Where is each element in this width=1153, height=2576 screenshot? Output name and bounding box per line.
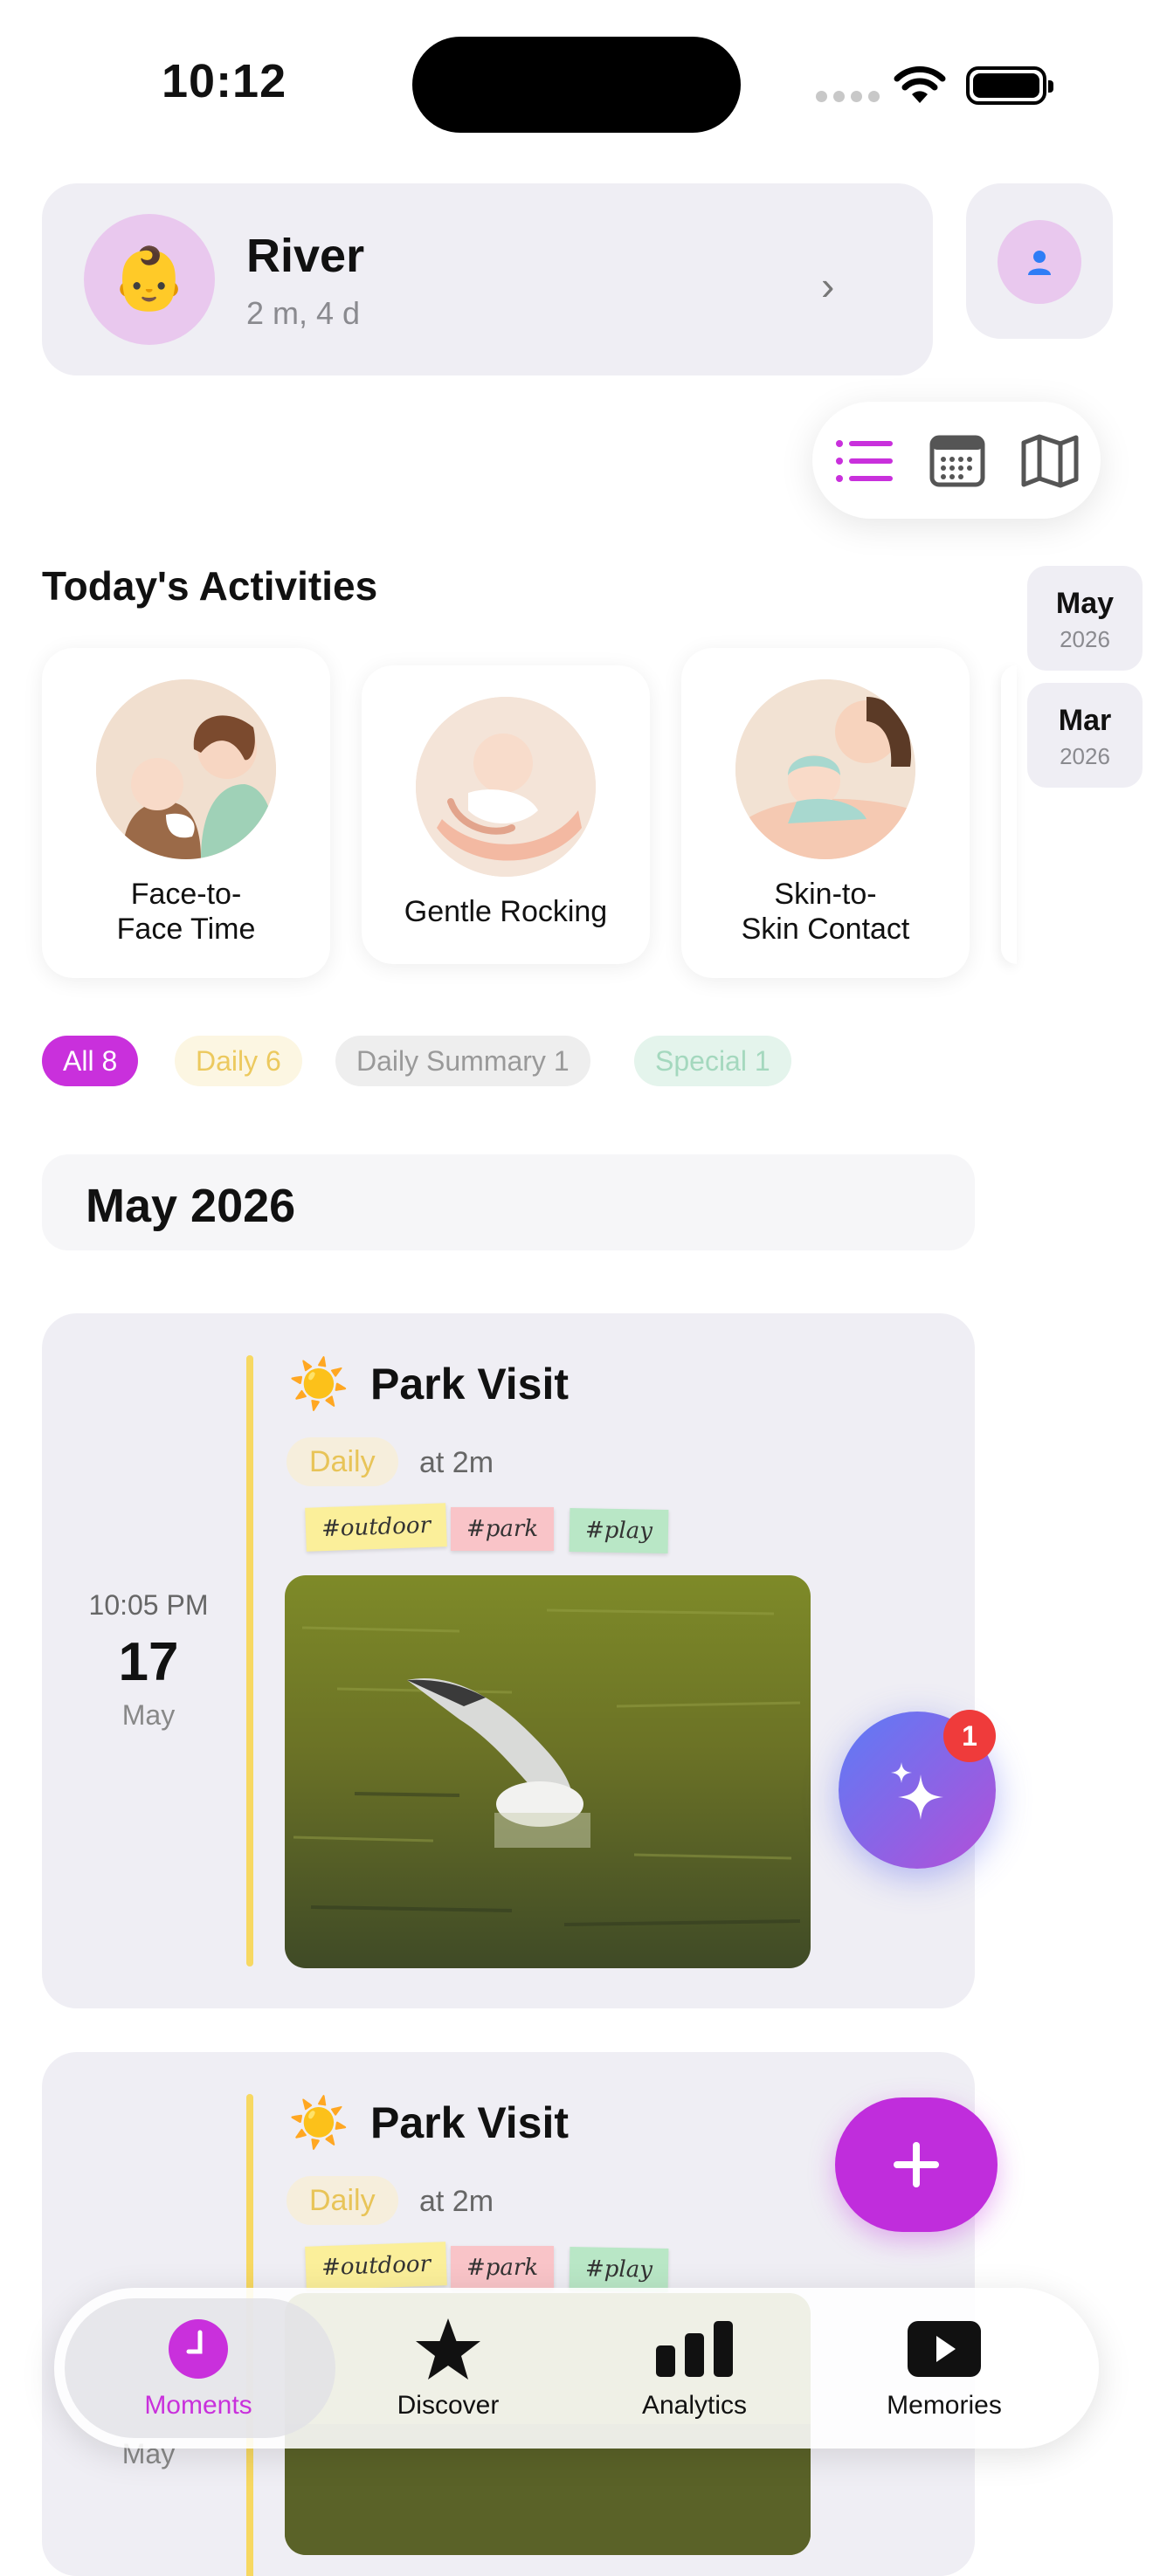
chevron-right-icon: › <box>821 263 835 308</box>
tag-sticker[interactable]: #outdoor <box>305 1503 447 1552</box>
filter-chip-all[interactable]: All 8 <box>42 1036 139 1086</box>
activity-card-face-to-face[interactable]: Face-to- Face Time <box>42 648 330 978</box>
bar-chart-icon <box>568 2318 821 2380</box>
star-icon <box>321 2318 575 2380</box>
status-time: 10:12 <box>162 55 287 107</box>
tab-label: Analytics <box>641 2391 748 2420</box>
sun-icon: ☀️ <box>288 1356 349 1411</box>
tag-sticker[interactable]: #park <box>451 2246 555 2290</box>
tag-sticker[interactable]: #play <box>569 2247 669 2292</box>
view-switcher <box>812 402 1101 519</box>
skin-to-skin-illustration <box>735 679 915 859</box>
section-title-today: Today's Activities <box>42 563 378 609</box>
tab-label: Moments <box>144 2391 252 2420</box>
month-section-header: May 2026 <box>42 1154 975 1250</box>
filter-chip-special[interactable]: Special 1 <box>634 1036 791 1086</box>
entry-time: 10:05 PM <box>88 1589 209 1621</box>
tag-sticker[interactable]: #park <box>451 1507 555 1551</box>
month-index-mar[interactable]: Mar 2026 <box>1027 683 1143 788</box>
baby-avatar: 👶 <box>84 214 215 345</box>
activity-card-gentle-rocking[interactable]: Gentle Rocking <box>362 665 650 964</box>
activity-label: Skin-to- Skin Contact <box>741 878 910 946</box>
tab-discover[interactable]: Discover <box>321 2288 575 2449</box>
clock-icon <box>72 2318 325 2380</box>
entry-age: at 2m <box>419 2185 494 2218</box>
baby-name: River <box>246 230 365 282</box>
calendar-icon <box>929 435 985 487</box>
account-button[interactable] <box>966 183 1113 339</box>
dynamic-island <box>412 37 741 133</box>
tag-sticker[interactable]: #outdoor <box>305 2242 447 2290</box>
gentle-rocking-illustration <box>416 697 596 877</box>
activity-label: Face-to- Face Time <box>116 878 256 946</box>
tag-sticker[interactable]: #play <box>569 1508 669 1553</box>
category-badge: Daily <box>287 2176 398 2225</box>
cellular-signal-icon <box>816 91 880 102</box>
entry-month: May <box>121 1699 176 1731</box>
activity-label: Gentle Rocking <box>404 895 608 928</box>
plus-icon <box>894 2142 939 2187</box>
list-icon <box>836 440 893 482</box>
list-view-button[interactable] <box>833 431 896 491</box>
map-icon <box>1021 434 1079 488</box>
person-icon <box>998 220 1081 304</box>
sparkles-icon <box>891 1762 943 1820</box>
entry-day: 17 <box>118 1632 179 1692</box>
timeline-entry[interactable]: 10:05 PM 17 May ☀️ Park Visit Daily at 2… <box>42 1313 975 2008</box>
activity-card-skin-to-skin[interactable]: Skin-to- Skin Contact <box>681 648 970 978</box>
notification-badge: 1 <box>943 1710 996 1762</box>
month-index-may[interactable]: May 2026 <box>1027 566 1143 671</box>
calendar-view-button[interactable] <box>926 431 989 491</box>
entry-title: Park Visit <box>370 1360 570 1409</box>
tab-label: Discover <box>397 2391 500 2420</box>
tab-moments[interactable]: Moments <box>72 2288 325 2449</box>
filter-chip-daily-summary[interactable]: Daily Summary 1 <box>335 1036 590 1086</box>
map-view-button[interactable] <box>1018 431 1081 491</box>
battery-icon <box>966 66 1053 105</box>
month-header-label: May 2026 <box>86 1180 296 1232</box>
activity-card-partial[interactable] <box>1001 665 1017 964</box>
filter-chip-daily[interactable]: Daily 6 <box>175 1036 302 1086</box>
play-icon <box>818 2318 1071 2380</box>
sun-icon: ☀️ <box>288 2095 349 2150</box>
baby-profile-card[interactable]: 👶 River 2 m, 4 d › <box>42 183 933 375</box>
add-moment-button[interactable] <box>835 2097 998 2232</box>
entry-photo[interactable] <box>285 1575 811 1968</box>
category-badge: Daily <box>287 1437 398 1486</box>
tab-analytics[interactable]: Analytics <box>568 2288 821 2449</box>
entry-title: Park Visit <box>370 2098 570 2147</box>
face-to-face-illustration <box>96 679 276 859</box>
tab-bar: Moments Discover Analytics Memories <box>54 2288 1099 2449</box>
tab-label: Memories <box>887 2391 1002 2420</box>
entry-age: at 2m <box>419 1446 494 1479</box>
wifi-icon <box>894 65 946 103</box>
baby-age: 2 m, 4 d <box>246 295 361 331</box>
tab-memories[interactable]: Memories <box>818 2288 1071 2449</box>
